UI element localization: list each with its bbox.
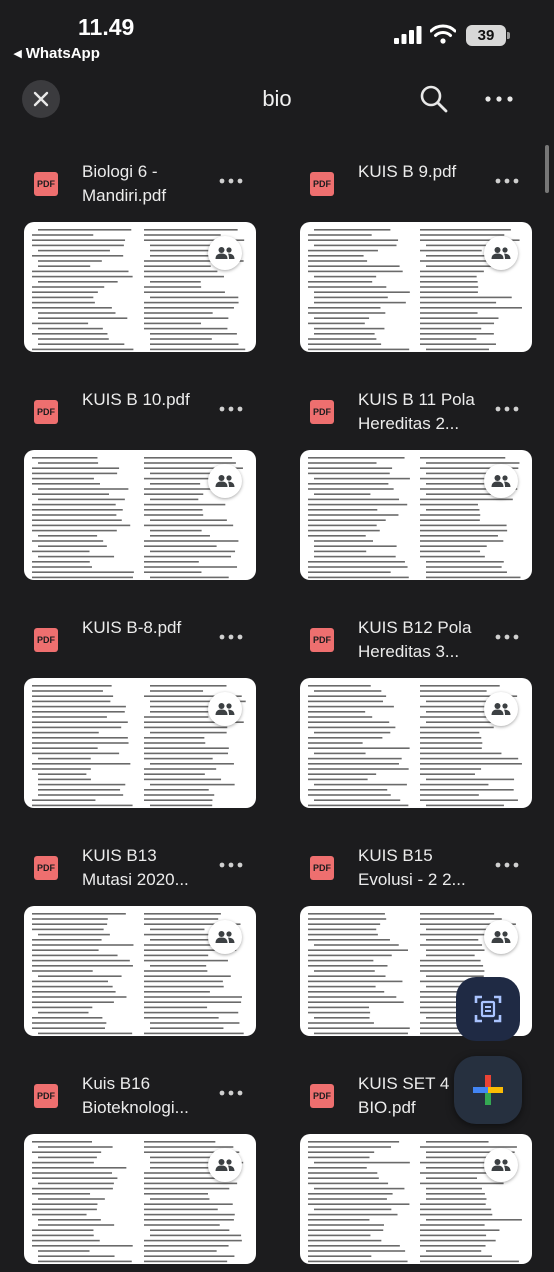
pdf-icon: PDF xyxy=(310,1084,334,1108)
file-card-header: PDF KUIS B 10.pdf xyxy=(0,378,258,442)
shared-people-icon xyxy=(208,1148,242,1182)
status-bar: 11.49 ◂ WhatsApp 39 xyxy=(0,0,554,62)
file-card-header: PDF Biologi 6 - Mandiri.pdf xyxy=(0,150,258,214)
file-thumbnail[interactable] xyxy=(24,678,256,808)
shared-people-icon xyxy=(208,464,242,498)
file-name: Biologi 6 - Mandiri.pdf xyxy=(82,162,167,205)
pdf-icon: PDF xyxy=(310,628,334,652)
file-card[interactable]: PDF KUIS B-8.pdf xyxy=(0,606,258,816)
file-name: KUIS B13 Mutasi 2020... xyxy=(82,846,189,889)
file-card-header: PDF KUIS B13 Mutasi 2020... xyxy=(0,834,258,898)
file-thumbnail[interactable] xyxy=(24,906,256,1036)
wifi-icon xyxy=(430,24,456,44)
cellular-signal-icon xyxy=(394,26,422,44)
file-thumbnail[interactable] xyxy=(300,1134,532,1264)
file-card[interactable]: PDF KUIS B13 Mutasi 2020... xyxy=(0,834,258,1044)
more-vert-icon[interactable] xyxy=(482,92,516,106)
file-card[interactable]: PDF Biologi 6 - Mandiri.pdf xyxy=(0,150,258,360)
search-icon[interactable] xyxy=(414,80,454,120)
file-more-icon[interactable] xyxy=(218,632,244,642)
shared-people-icon xyxy=(208,920,242,954)
shared-people-icon xyxy=(484,692,518,726)
file-card-header: PDF KUIS B 9.pdf xyxy=(276,150,534,214)
file-card-header: PDF KUIS B15 Evolusi - 2 2... xyxy=(276,834,534,898)
file-card-header: PDF KUIS B-8.pdf xyxy=(0,606,258,670)
shared-people-icon xyxy=(484,464,518,498)
file-more-icon[interactable] xyxy=(494,404,520,414)
file-name: KUIS B 9.pdf xyxy=(358,162,457,181)
file-thumbnail[interactable] xyxy=(24,450,256,580)
document-scan-icon xyxy=(474,995,502,1023)
file-thumbnail[interactable] xyxy=(300,450,532,580)
file-name: KUIS B 11 Pola Hereditas 2... xyxy=(358,390,475,433)
pdf-icon: PDF xyxy=(310,400,334,424)
battery-tip xyxy=(507,32,510,39)
file-name: KUIS B12 Pola Hereditas 3... xyxy=(358,618,472,661)
pdf-icon: PDF xyxy=(34,400,58,424)
file-card-header: PDF Kuis B16 Bioteknologi... xyxy=(0,1062,258,1126)
shared-people-icon xyxy=(484,920,518,954)
file-more-icon[interactable] xyxy=(218,176,244,186)
pdf-icon: PDF xyxy=(310,856,334,880)
shared-people-icon xyxy=(208,236,242,270)
file-name: KUIS B 10.pdf xyxy=(82,390,190,409)
shared-people-icon xyxy=(484,1148,518,1182)
file-card[interactable]: PDF KUIS B 10.pdf xyxy=(0,378,258,588)
pdf-icon: PDF xyxy=(34,628,58,652)
battery-indicator: 39 xyxy=(466,25,506,46)
file-thumbnail[interactable] xyxy=(24,222,256,352)
file-thumbnail[interactable] xyxy=(24,1134,256,1264)
file-name: Kuis B16 Bioteknologi... xyxy=(82,1074,189,1117)
scrollbar[interactable] xyxy=(545,145,549,193)
scan-document-button[interactable] xyxy=(456,977,520,1041)
file-more-icon[interactable] xyxy=(218,404,244,414)
file-card[interactable]: PDF KUIS B 11 Pola Hereditas 2... xyxy=(276,378,534,588)
file-more-icon[interactable] xyxy=(494,176,520,186)
plus-icon xyxy=(473,1075,503,1105)
pdf-icon: PDF xyxy=(310,172,334,196)
file-card[interactable]: PDF KUIS B12 Pola Hereditas 3... xyxy=(276,606,534,816)
back-to-whatsapp-link[interactable]: ◂ WhatsApp xyxy=(14,44,100,62)
file-card-header: PDF KUIS B 11 Pola Hereditas 2... xyxy=(276,378,534,442)
pdf-icon: PDF xyxy=(34,856,58,880)
new-item-button[interactable] xyxy=(454,1056,522,1124)
shared-people-icon xyxy=(208,692,242,726)
file-thumbnail[interactable] xyxy=(300,678,532,808)
file-card[interactable]: PDF KUIS B 9.pdf xyxy=(276,150,534,360)
file-card[interactable]: PDF Kuis B16 Bioteknologi... xyxy=(0,1062,258,1272)
pdf-icon: PDF xyxy=(34,1084,58,1108)
file-name: KUIS B-8.pdf xyxy=(82,618,182,637)
top-app-bar: bio xyxy=(0,72,554,128)
file-more-icon[interactable] xyxy=(218,1088,244,1098)
file-thumbnail[interactable] xyxy=(300,222,532,352)
file-name: KUIS B15 Evolusi - 2 2... xyxy=(358,846,466,889)
file-more-icon[interactable] xyxy=(494,632,520,642)
file-more-icon[interactable] xyxy=(218,860,244,870)
shared-people-icon xyxy=(484,236,518,270)
file-card-header: PDF KUIS B12 Pola Hereditas 3... xyxy=(276,606,534,670)
pdf-icon: PDF xyxy=(34,172,58,196)
file-more-icon[interactable] xyxy=(494,860,520,870)
clock: 11.49 xyxy=(78,14,135,40)
folder-title: bio xyxy=(262,86,292,111)
